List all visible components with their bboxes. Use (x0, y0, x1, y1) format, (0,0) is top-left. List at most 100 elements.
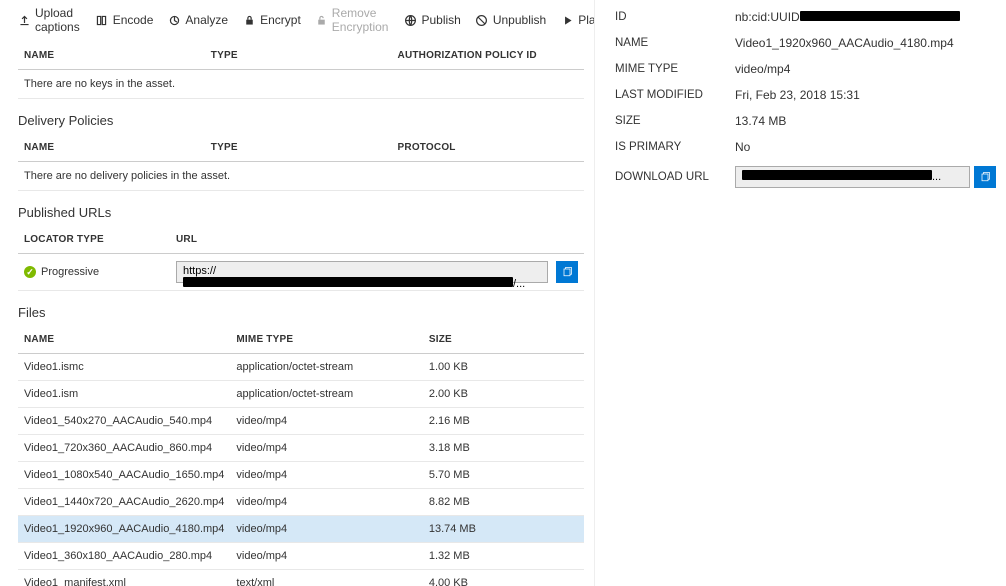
detail-lastmod-value: Fri, Feb 23, 2018 15:31 (735, 88, 996, 102)
keys-table: NAME TYPE AUTHORIZATION POLICY ID (18, 42, 584, 70)
file-row[interactable]: Video1_1080x540_AACAudio_1650.mp4 video/… (18, 462, 584, 489)
file-size-cell: 5.70 MB (423, 462, 584, 489)
encode-button[interactable]: Encode (95, 13, 154, 27)
delivery-header-protocol: PROTOCOL (392, 134, 584, 162)
file-mime-cell: video/mp4 (230, 408, 422, 435)
encrypt-button[interactable]: Encrypt (242, 13, 301, 27)
lock-icon (242, 13, 256, 27)
file-mime-cell: application/octet-stream (230, 354, 422, 381)
detail-primary-row: IS PRIMARY No (615, 140, 996, 154)
toolbar: Upload captions Encode Analyze Encrypt R… (18, 0, 584, 42)
details-panel: ID nb:cid:UUID NAME Video1_1920x960_AACA… (595, 0, 1006, 586)
copy-url-button[interactable] (556, 261, 578, 283)
file-mime-cell: application/octet-stream (230, 381, 422, 408)
file-mime-cell: video/mp4 (230, 462, 422, 489)
delivery-table: NAME TYPE PROTOCOL (18, 134, 584, 162)
left-panel: Upload captions Encode Analyze Encrypt R… (0, 0, 595, 586)
encode-label: Encode (113, 13, 154, 27)
file-mime-cell: video/mp4 (230, 516, 422, 543)
file-size-cell: 2.16 MB (423, 408, 584, 435)
delivery-header-name: NAME (18, 134, 205, 162)
published-header-locator: LOCATOR TYPE (18, 226, 170, 254)
files-header-size: SIZE (423, 326, 584, 354)
remove-encryption-label: Remove Encryption (332, 6, 390, 34)
upload-captions-label: Upload captions (35, 6, 81, 34)
detail-name-label: NAME (615, 37, 735, 49)
files-header-name: NAME (18, 326, 230, 354)
copy-icon (979, 171, 991, 183)
unlock-icon (315, 13, 328, 27)
file-mime-cell: video/mp4 (230, 543, 422, 570)
file-name-cell: Video1_360x180_AACAudio_280.mp4 (18, 543, 230, 570)
file-row[interactable]: Video1_1920x960_AACAudio_4180.mp4 video/… (18, 516, 584, 543)
publish-button[interactable]: Publish (403, 13, 460, 27)
file-name-cell: Video1_1080x540_AACAudio_1650.mp4 (18, 462, 230, 489)
delivery-section-title: Delivery Policies (18, 113, 584, 128)
file-row[interactable]: Video1_720x360_AACAudio_860.mp4 video/mp… (18, 435, 584, 462)
file-row[interactable]: Video1_540x270_AACAudio_540.mp4 video/mp… (18, 408, 584, 435)
detail-name-value: Video1_1920x960_AACAudio_4180.mp4 (735, 36, 996, 50)
file-size-cell: 3.18 MB (423, 435, 584, 462)
file-name-cell: Video1.ismc (18, 354, 230, 381)
check-icon: ✓ (24, 266, 36, 278)
play-icon (560, 13, 574, 27)
file-row[interactable]: Video1_360x180_AACAudio_280.mp4 video/mp… (18, 543, 584, 570)
encrypt-label: Encrypt (260, 13, 301, 27)
delivery-empty-message: There are no delivery policies in the as… (18, 162, 584, 191)
upload-icon (18, 13, 31, 27)
upload-captions-button[interactable]: Upload captions (18, 6, 81, 34)
file-size-cell: 1.00 KB (423, 354, 584, 381)
play-button[interactable]: Play (560, 13, 595, 27)
file-name-cell: Video1_1920x960_AACAudio_4180.mp4 (18, 516, 230, 543)
detail-mime-row: MIME TYPE video/mp4 (615, 62, 996, 76)
detail-primary-value: No (735, 140, 996, 154)
unpublish-label: Unpublish (493, 13, 546, 27)
analyze-button[interactable]: Analyze (167, 13, 228, 27)
detail-lastmod-row: LAST MODIFIED Fri, Feb 23, 2018 15:31 (615, 88, 996, 102)
keys-header-auth: AUTHORIZATION POLICY ID (392, 42, 584, 70)
file-row[interactable]: Video1_1440x720_AACAudio_2620.mp4 video/… (18, 489, 584, 516)
file-name-cell: Video1_1440x720_AACAudio_2620.mp4 (18, 489, 230, 516)
file-size-cell: 8.82 MB (423, 489, 584, 516)
keys-header-type: TYPE (205, 42, 392, 70)
detail-mime-label: MIME TYPE (615, 63, 735, 75)
detail-lastmod-label: LAST MODIFIED (615, 89, 735, 101)
copy-download-button[interactable] (974, 166, 996, 188)
detail-id-label: ID (615, 11, 735, 23)
detail-name-row: NAME Video1_1920x960_AACAudio_4180.mp4 (615, 36, 996, 50)
globe-icon (403, 13, 417, 27)
published-url-field[interactable]: https:///... (176, 261, 548, 283)
files-table: NAME MIME TYPE SIZE Video1.ismc applicat… (18, 326, 584, 586)
unpublish-button[interactable]: Unpublish (475, 13, 546, 27)
detail-size-value: 13.74 MB (735, 114, 996, 128)
file-name-cell: Video1.ism (18, 381, 230, 408)
encode-icon (95, 13, 109, 27)
published-header-url: URL (170, 226, 584, 254)
file-size-cell: 1.32 MB (423, 543, 584, 570)
download-url-field[interactable]: ... (735, 166, 970, 188)
published-urls-table: LOCATOR TYPE URL ✓ Progressive https:///.… (18, 226, 584, 291)
published-url-row[interactable]: ✓ Progressive https:///... (18, 254, 584, 291)
files-section-title: Files (18, 305, 584, 320)
file-row[interactable]: Video1.ism application/octet-stream 2.00… (18, 381, 584, 408)
keys-header-name: NAME (18, 42, 205, 70)
file-size-cell: 2.00 KB (423, 381, 584, 408)
file-row[interactable]: Video1_manifest.xml text/xml 4.00 KB (18, 570, 584, 586)
remove-encryption-button: Remove Encryption (315, 6, 390, 34)
file-row[interactable]: Video1.ismc application/octet-stream 1.0… (18, 354, 584, 381)
file-name-cell: Video1_manifest.xml (18, 570, 230, 586)
file-mime-cell: text/xml (230, 570, 422, 586)
publish-label: Publish (421, 13, 460, 27)
files-header-mime: MIME TYPE (230, 326, 422, 354)
file-name-cell: Video1_720x360_AACAudio_860.mp4 (18, 435, 230, 462)
file-size-cell: 13.74 MB (423, 516, 584, 543)
copy-icon (561, 266, 573, 278)
analyze-label: Analyze (185, 13, 228, 27)
prohibit-icon (475, 13, 489, 27)
detail-size-row: SIZE 13.74 MB (615, 114, 996, 128)
keys-empty-message: There are no keys in the asset. (18, 70, 584, 99)
detail-id-value: nb:cid:UUID (735, 10, 996, 24)
locator-type-value: Progressive (41, 266, 99, 278)
published-urls-title: Published URLs (18, 205, 584, 220)
analyze-icon (167, 13, 181, 27)
